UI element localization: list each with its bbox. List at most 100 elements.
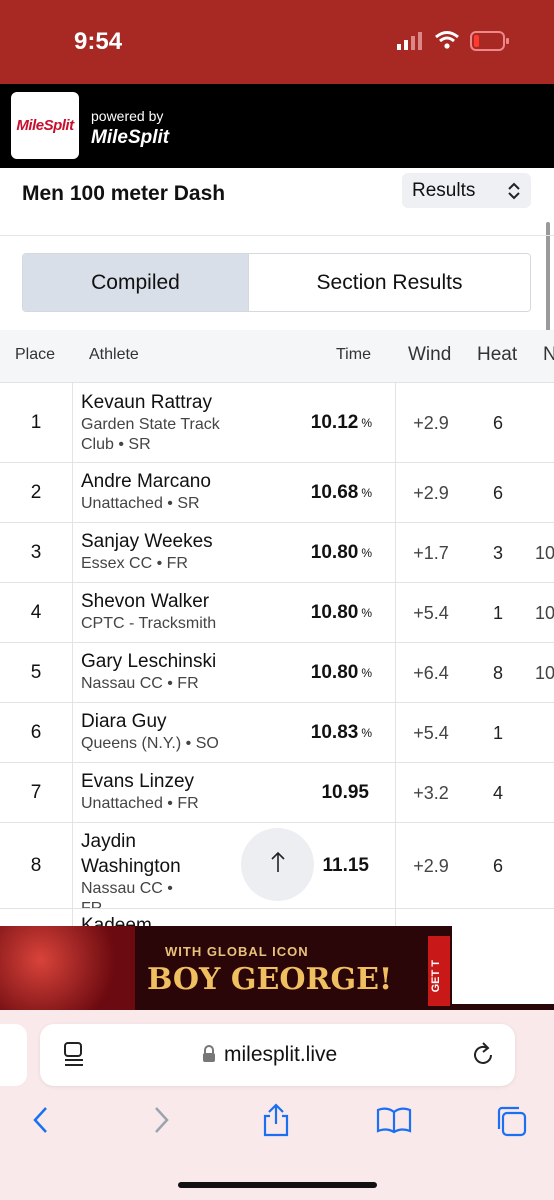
time-cell: 10.80%: [280, 583, 396, 643]
heat-cell: 8: [492, 662, 503, 683]
time-value: 10.83: [310, 722, 359, 743]
chevron-up-down-icon: [507, 181, 521, 207]
arrow-up-icon: [270, 850, 286, 879]
column-header-athlete[interactable]: Athlete: [89, 346, 139, 364]
tabs-icon: [494, 1106, 528, 1142]
page-menu-icon[interactable]: [62, 1041, 86, 1072]
milesplit-logo[interactable]: MileSplit: [11, 92, 79, 159]
forward-button[interactable]: [150, 1104, 172, 1141]
column-header-extra[interactable]: N: [543, 344, 554, 366]
column-header-heat[interactable]: Heat: [477, 344, 517, 366]
wifi-icon: [434, 30, 460, 55]
heat-cell: 4: [492, 782, 503, 803]
time-cell: 10.80%: [280, 523, 396, 583]
time-cell: 10.95: [280, 763, 396, 823]
athlete-team: Nassau CC • FR: [81, 675, 199, 692]
results-select[interactable]: Results: [402, 173, 531, 208]
previous-tab-preview[interactable]: [0, 1024, 27, 1086]
table-row[interactable]: 3 Sanjay Weekes Essex CC • FR 10.80% +1.…: [0, 522, 554, 583]
tab-section-results[interactable]: Section Results: [249, 254, 530, 311]
wind-cell: +5.4: [413, 722, 449, 743]
wind-cell: +2.9: [413, 855, 449, 876]
app-header: [0, 84, 554, 168]
athlete-name[interactable]: Shevon Walker: [81, 589, 246, 614]
heat-cell: 6: [492, 412, 503, 433]
place-cell: 4: [0, 583, 73, 643]
time-value: 10.80: [310, 542, 359, 563]
wind-cell: +5.4: [413, 602, 449, 623]
reload-icon[interactable]: [470, 1040, 496, 1073]
ad-headline: BOY GEORGE!: [147, 962, 393, 997]
table-row[interactable]: 6 Diara Guy Queens (N.Y.) • SO 10.83% +5…: [0, 702, 554, 763]
share-button[interactable]: [261, 1102, 291, 1143]
athlete-team: Unattached • FR: [81, 795, 199, 812]
athlete-cell: Jaydin Washington Nassau CC • FR: [81, 829, 191, 919]
home-indicator[interactable]: [178, 1182, 377, 1188]
athlete-name[interactable]: Andre Marcano: [81, 469, 246, 494]
chevron-right-icon: [150, 1107, 172, 1140]
place-cell: 5: [0, 643, 73, 703]
scroll-to-top-button[interactable]: [241, 828, 314, 901]
time-cell: 10.12%: [280, 383, 396, 463]
column-header-time[interactable]: Time: [336, 346, 371, 364]
percent-mark: %: [361, 726, 372, 740]
table-header: [0, 330, 554, 382]
results-tabs: Compiled Section Results: [22, 253, 531, 312]
athlete-name[interactable]: Evans Linzey: [81, 769, 246, 794]
athlete-team: Garden State Track Club • SR: [81, 416, 220, 453]
book-icon: [376, 1107, 412, 1138]
table-row[interactable]: 1 Kevaun Rattray Garden State Track Club…: [0, 382, 554, 463]
tab-compiled[interactable]: Compiled: [23, 254, 249, 311]
column-header-place[interactable]: Place: [15, 346, 55, 364]
table-row[interactable]: 7 Evans Linzey Unattached • FR 10.95 +3.…: [0, 762, 554, 823]
time-value: 10.80: [310, 602, 359, 623]
battery-icon: [470, 31, 510, 56]
back-button[interactable]: [30, 1104, 52, 1141]
wind-cell: +2.9: [413, 412, 449, 433]
url-text[interactable]: milesplit.live: [224, 1043, 337, 1067]
share-icon: [261, 1103, 291, 1142]
scrollbar[interactable]: [546, 222, 550, 337]
bookmarks-button[interactable]: [376, 1106, 412, 1139]
time-value: 11.15: [322, 855, 370, 876]
divider: [0, 235, 554, 236]
athlete-cell: Shevon Walker CPTC - Tracksmith: [81, 589, 246, 634]
wind-cell: +1.7: [413, 542, 449, 563]
place-cell: 7: [0, 763, 73, 823]
tabs-button[interactable]: [494, 1104, 528, 1143]
athlete-name[interactable]: Sanjay Weekes: [81, 529, 246, 554]
heat-cell: 6: [492, 855, 503, 876]
heat-cell: 1: [492, 722, 503, 743]
athlete-name[interactable]: Jaydin Washington: [81, 829, 191, 879]
time-cell: 10.68%: [280, 463, 396, 523]
table-row[interactable]: 4 Shevon Walker CPTC - Tracksmith 10.80%…: [0, 582, 554, 643]
percent-mark: %: [361, 666, 372, 680]
powered-by-label: powered by: [91, 108, 164, 124]
place-cell: 3: [0, 523, 73, 583]
athlete-name[interactable]: Gary Leschinski: [81, 649, 246, 674]
place-cell: 8: [0, 823, 73, 909]
heat-cell: 1: [492, 602, 503, 623]
extra-cell: 10: [535, 542, 554, 563]
percent-mark: %: [361, 416, 372, 430]
column-header-wind[interactable]: Wind: [408, 344, 451, 366]
wind-cell: +3.2: [413, 782, 449, 803]
athlete-team: Queens (N.Y.) • SO: [81, 735, 219, 752]
time-cell: 10.83%: [280, 703, 396, 763]
athlete-team: CPTC - Tracksmith: [81, 615, 217, 632]
extra-cell: 10: [535, 662, 554, 683]
place-cell: 2: [0, 463, 73, 523]
athlete-cell: Diara Guy Queens (N.Y.) • SO: [81, 709, 246, 754]
athlete-name[interactable]: Kevaun Rattray: [81, 390, 246, 415]
table-row[interactable]: 2 Andre Marcano Unattached • SR 10.68% +…: [0, 462, 554, 523]
place-cell: 1: [0, 383, 73, 463]
results-select-value: Results: [412, 179, 476, 201]
table-row[interactable]: 5 Gary Leschinski Nassau CC • FR 10.80% …: [0, 642, 554, 703]
time-value: 10.95: [321, 782, 369, 803]
athlete-cell: Sanjay Weekes Essex CC • FR: [81, 529, 246, 574]
cellular-signal-icon: [397, 32, 425, 55]
athlete-name[interactable]: Diara Guy: [81, 709, 246, 734]
athlete-cell: Andre Marcano Unattached • SR: [81, 469, 246, 514]
status-time: 9:54: [74, 28, 123, 55]
time-value: 10.80: [310, 662, 359, 683]
